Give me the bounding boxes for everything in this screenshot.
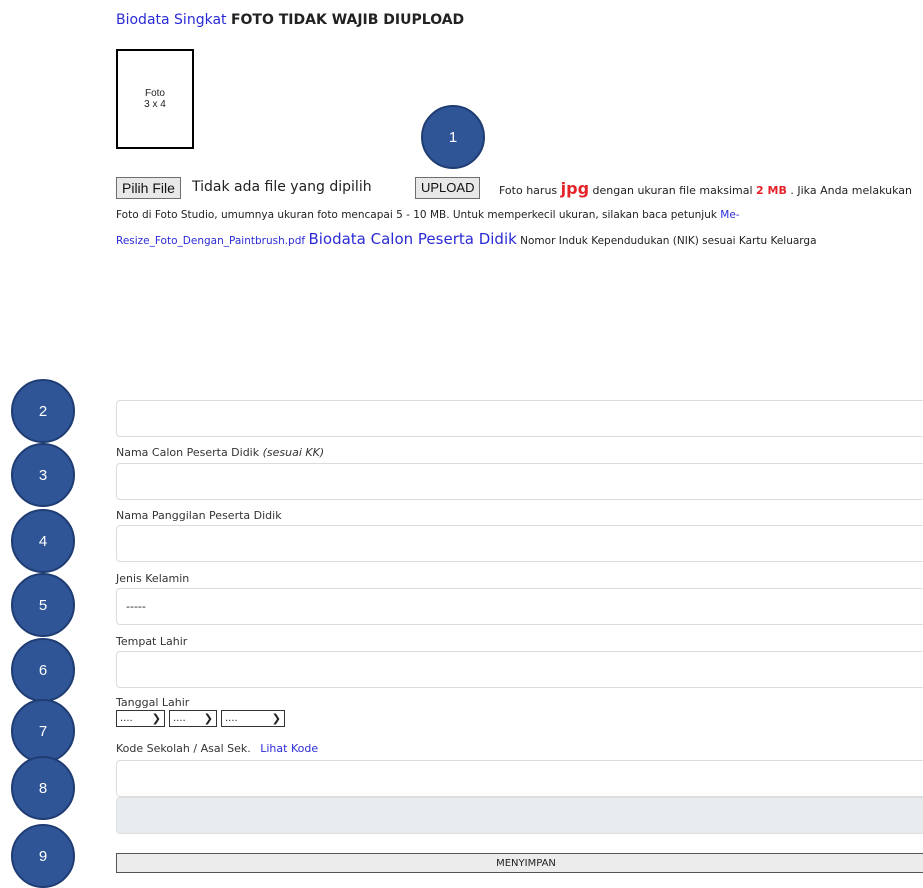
photo-label: Foto	[144, 88, 165, 99]
nickname-label: Nama Panggilan Peserta Didik	[116, 509, 282, 522]
photo-optional-note: FOTO TIDAK WAJIB DIUPLOAD	[230, 12, 465, 28]
view-code-link[interactable]: Lihat Kode	[260, 742, 318, 755]
photo-size-label: 3 x 4	[144, 99, 166, 110]
chevron-down-icon: ❯	[203, 712, 213, 725]
gender-select[interactable]: -----	[116, 588, 923, 625]
school-code-label: Kode Sekolah / Asal Sek. Lihat Kode	[116, 742, 319, 755]
no-file-chosen-text: Tidak ada file yang dipilih	[192, 179, 372, 195]
resize-guide-link[interactable]: Resize_Foto_Dengan_Paintbrush.pdf	[116, 235, 305, 247]
birth-month-select[interactable]: .... ❯	[169, 710, 217, 727]
section-header: Biodata Singkat FOTO TIDAK WAJIB DIUPLOA…	[116, 12, 464, 28]
step-badge-6: 6	[11, 638, 75, 702]
gender-selected-value: -----	[126, 600, 146, 613]
upload-button[interactable]: UPLOAD	[415, 177, 481, 199]
step-badge-8: 8	[11, 756, 75, 820]
step-badge-3: 3	[11, 443, 75, 507]
nickname-input[interactable]	[116, 525, 923, 562]
max-size-highlight: 2 MB	[756, 184, 787, 197]
photo-requirement-text: Foto harus jpg dengan ukuran file maksim…	[499, 179, 912, 198]
resize-guide-line: Resize_Foto_Dengan_Paintbrush.pdf Biodat…	[116, 232, 817, 248]
birth-year-select[interactable]: .... ❯	[221, 710, 285, 727]
step-badge-1: 1	[421, 105, 485, 169]
chevron-down-icon: ❯	[271, 712, 281, 725]
school-code-input[interactable]	[116, 760, 923, 797]
biodata-singkat-link[interactable]: Biodata Singkat	[116, 12, 227, 28]
birthplace-input[interactable]	[116, 651, 923, 688]
step-badge-4: 4	[11, 509, 75, 573]
step-badge-2: 2	[11, 379, 75, 443]
step-badge-7: 7	[11, 699, 75, 763]
birth-day-select[interactable]: .... ❯	[116, 710, 165, 727]
birthplace-label: Tempat Lahir	[116, 635, 188, 648]
jpg-highlight: jpg	[560, 179, 590, 198]
step-badge-9: 9	[11, 824, 75, 888]
gender-label: Jenis Kelamin	[116, 572, 190, 585]
choose-file-button[interactable]: Pilih File	[116, 177, 181, 199]
save-button[interactable]: MENYIMPAN	[116, 853, 923, 873]
nik-description: Nomor Induk Kependudukan (NIK) sesuai Ka…	[520, 235, 817, 247]
photo-studio-note: Foto di Foto Studio, umumnya ukuran foto…	[116, 209, 740, 221]
photo-placeholder: Foto 3 x 4	[116, 49, 194, 149]
biodata-section-title: Biodata Calon Peserta Didik	[308, 230, 517, 248]
name-label: Nama Calon Peserta Didik (sesuai KK)	[116, 446, 325, 459]
resize-guide-link-start[interactable]: Me-	[720, 209, 739, 221]
school-name-display	[116, 797, 923, 834]
full-name-input[interactable]	[116, 463, 923, 500]
chevron-down-icon: ❯	[151, 712, 161, 725]
step-badge-5: 5	[11, 573, 75, 637]
nik-input[interactable]	[116, 400, 923, 437]
birthdate-label: Tanggal Lahir	[116, 696, 190, 709]
